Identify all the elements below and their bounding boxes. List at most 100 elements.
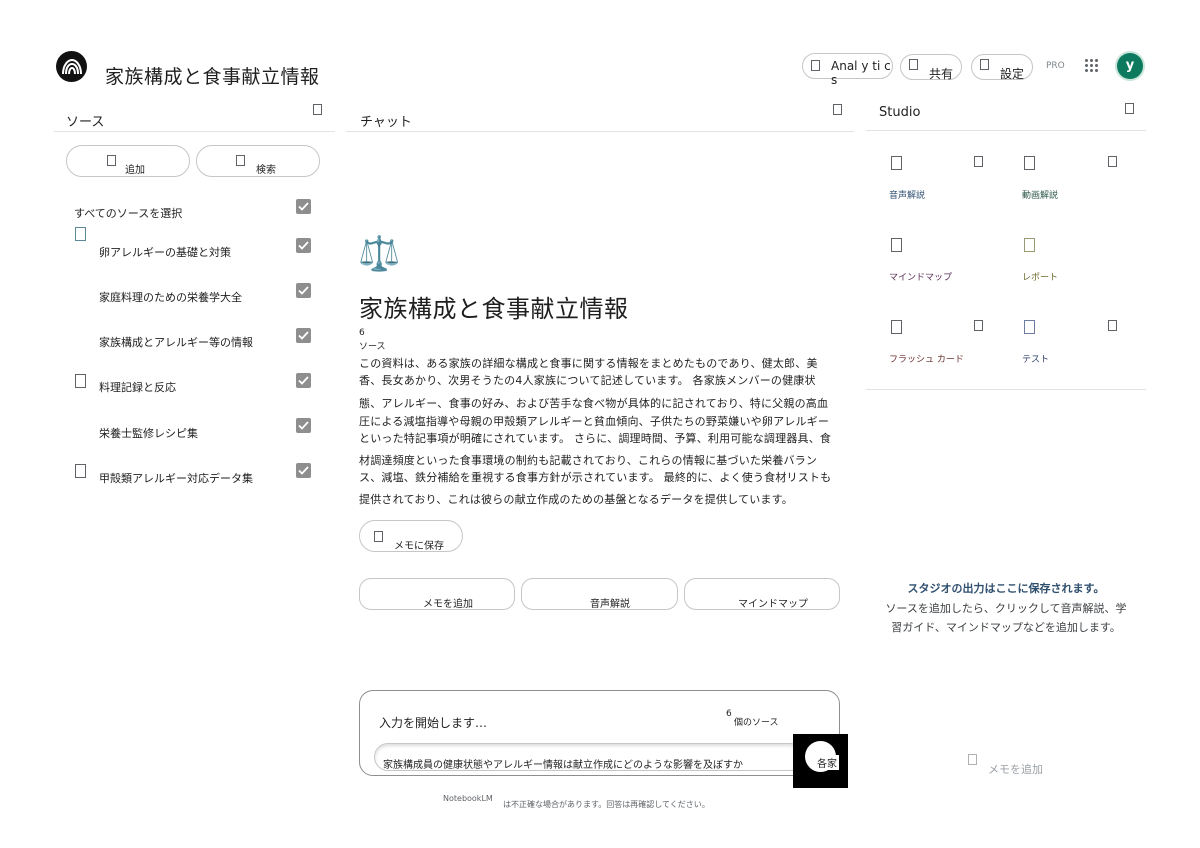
chat-title: チャット <box>360 115 412 130</box>
add-source-label: 追加 <box>125 165 145 176</box>
action-label: 音声解説 <box>590 599 630 610</box>
studio-tile-label: フラッシュ カード <box>889 355 964 365</box>
add-memo-action-button[interactable]: メモを追加 <box>359 578 515 610</box>
studio-tiles-divider <box>866 389 1146 390</box>
action-label: マインドマップ <box>738 599 808 610</box>
studio-tile-mindmap[interactable]: マインドマップ <box>882 232 1002 286</box>
video-overview-icon <box>1024 156 1035 170</box>
studio-divider <box>866 130 1146 131</box>
source-item-label[interactable]: 卵アレルギーの基礎と対策 <box>99 244 231 260</box>
source-checkbox[interactable] <box>296 328 311 343</box>
sources-title: ソース <box>66 115 105 130</box>
settings-icon <box>980 59 989 70</box>
collapse-sources-icon[interactable] <box>313 104 322 115</box>
summary-line: といった特記事項が明確にされています。 さらに、調理時間、予算、利用可能な調理器… <box>359 432 832 445</box>
edit-icon[interactable] <box>974 320 983 331</box>
search-icon <box>236 155 245 166</box>
studio-empty-title: スタジオの出力はここに保存されます。 <box>907 582 1105 595</box>
chat-options-icon[interactable] <box>833 104 842 115</box>
source-count-label: ソース <box>359 342 386 352</box>
studio-tile-label: 音声解説 <box>889 191 926 201</box>
test-icon <box>1024 320 1035 334</box>
source-doc-icon <box>75 227 86 241</box>
chat-divider <box>346 131 854 132</box>
sources-divider <box>54 131 335 132</box>
select-all-checkbox[interactable] <box>296 199 311 214</box>
studio-tile-report[interactable]: レポート <box>1015 232 1135 286</box>
summary-line: 態、アレルギー、食事の好み、および苦手な食べ物が具体的に記されており、特に父親の… <box>359 397 829 410</box>
add-note-label: メモを追加 <box>988 763 1043 776</box>
source-checkbox[interactable] <box>296 463 311 478</box>
source-item-label[interactable]: 家庭料理のための栄養学大全 <box>99 289 242 305</box>
audio-overview-action-button[interactable]: 音声解説 <box>521 578 678 610</box>
flashcards-icon <box>891 320 902 334</box>
summary-line: ス、減塩、鉄分補給を重視する食事方針が示されています。 最終的に、よく使う食材リ… <box>359 471 832 484</box>
studio-tile-video[interactable]: 動画解説 <box>1015 150 1135 204</box>
next-suggestion-text[interactable]: 各家 <box>815 755 839 770</box>
source-item-label[interactable]: 料理記録と反応 <box>99 379 176 395</box>
avatar[interactable]: y <box>1117 53 1143 79</box>
studio-title: Studio <box>879 105 921 120</box>
studio-empty-line: 習ガイド、マインドマップなどを追加します。 <box>891 621 1121 634</box>
settings-button[interactable]: 設定 <box>971 54 1033 81</box>
input-source-count: 6 <box>726 709 732 719</box>
apps-grid-icon[interactable] <box>1085 59 1099 73</box>
logo-icon <box>62 58 82 75</box>
summary-line: 香、長女あかり、次男そうたの4人家族について記述しています。 各家族メンバーの健… <box>359 374 816 387</box>
mindmap-icon <box>891 238 902 252</box>
edit-icon[interactable] <box>1108 320 1117 331</box>
chat-input-placeholder[interactable]: 入力を開始します… <box>379 714 487 731</box>
pro-badge: PRO <box>1046 61 1065 71</box>
note-icon <box>968 754 977 765</box>
add-source-button[interactable]: 追加 <box>66 145 190 177</box>
suggestion-text[interactable]: 家族構成員の健康状態やアレルギー情報は献立作成にどのような影響を及ぼすか <box>383 756 743 771</box>
source-checkbox[interactable] <box>296 283 311 298</box>
collapse-studio-icon[interactable] <box>1125 103 1134 114</box>
notebook-title: 家族構成と食事献立情報 <box>359 295 629 323</box>
source-item-label[interactable]: 栄養士監修レシピ集 <box>99 425 198 441</box>
studio-tile-label: テスト <box>1022 355 1050 365</box>
footer-disclaimer: は不正確な場合があります。回答は再確認してください。 <box>503 800 710 809</box>
share-label: 共有 <box>929 67 954 81</box>
share-icon <box>909 59 918 70</box>
studio-tile-label: レポート <box>1022 273 1059 283</box>
search-source-button[interactable]: 検索 <box>196 145 320 177</box>
summary-line: この資料は、ある家族の詳細な構成と食事に関する情報をまとめたものであり、健太郎、… <box>359 357 818 370</box>
analytics-button[interactable]: Anal y ti c s <box>802 53 893 87</box>
source-checkbox[interactable] <box>296 238 311 253</box>
send-overlay[interactable]: 各家 <box>793 734 848 788</box>
notebook-emoji-icon: ⚖️ <box>358 234 401 274</box>
edit-icon[interactable] <box>1108 156 1117 167</box>
studio-tile-test[interactable]: テスト <box>1015 314 1135 368</box>
search-source-label: 検索 <box>256 165 276 176</box>
source-doc-icon <box>75 374 86 388</box>
analytics-icon <box>811 60 820 71</box>
summary-line: 提供されており、これは彼らの献立作成のための基盤となるデータを提供しています。 <box>359 493 793 506</box>
save-to-memo-label: メモに保存 <box>394 541 444 552</box>
studio-tile-audio[interactable]: 音声解説 <box>882 150 1002 204</box>
report-icon <box>1024 238 1035 252</box>
footer-brand: NotebookLM <box>443 794 493 803</box>
mindmap-action-button[interactable]: マインドマップ <box>684 578 840 610</box>
source-item-label[interactable]: 家族構成とアレルギー等の情報 <box>99 334 253 350</box>
source-checkbox[interactable] <box>296 373 311 388</box>
pin-icon <box>374 531 383 542</box>
save-to-memo-button[interactable]: メモに保存 <box>359 520 463 552</box>
audio-overview-icon <box>891 156 902 170</box>
analytics-label: Anal y ti c s <box>831 59 891 87</box>
studio-tile-flashcards[interactable]: フラッシュ カード <box>882 314 1002 368</box>
source-checkbox[interactable] <box>296 418 311 433</box>
source-count: 6 <box>359 328 365 338</box>
notebooklm-logo[interactable] <box>56 51 87 82</box>
input-source-suffix: 個のソース <box>734 718 779 728</box>
summary-line: 圧による減塩指導や母親の甲殻類アレルギーと貧血傾向、子供たちの野菜嫌いや卵アレル… <box>359 415 830 428</box>
studio-empty-line: ソースを追加したら、クリックして音声解説、学 <box>885 602 1127 615</box>
share-button[interactable]: 共有 <box>900 54 962 81</box>
add-note-button[interactable]: メモを追加 <box>966 752 1066 776</box>
select-all-label: すべてのソースを選択 <box>74 207 183 220</box>
source-item-label[interactable]: 甲殻類アレルギー対応データ集 <box>99 470 253 486</box>
add-icon <box>107 155 116 166</box>
studio-tile-label: マインドマップ <box>889 273 953 283</box>
page-title: 家族構成と食事献立情報 <box>105 66 320 88</box>
edit-icon[interactable] <box>974 156 983 167</box>
